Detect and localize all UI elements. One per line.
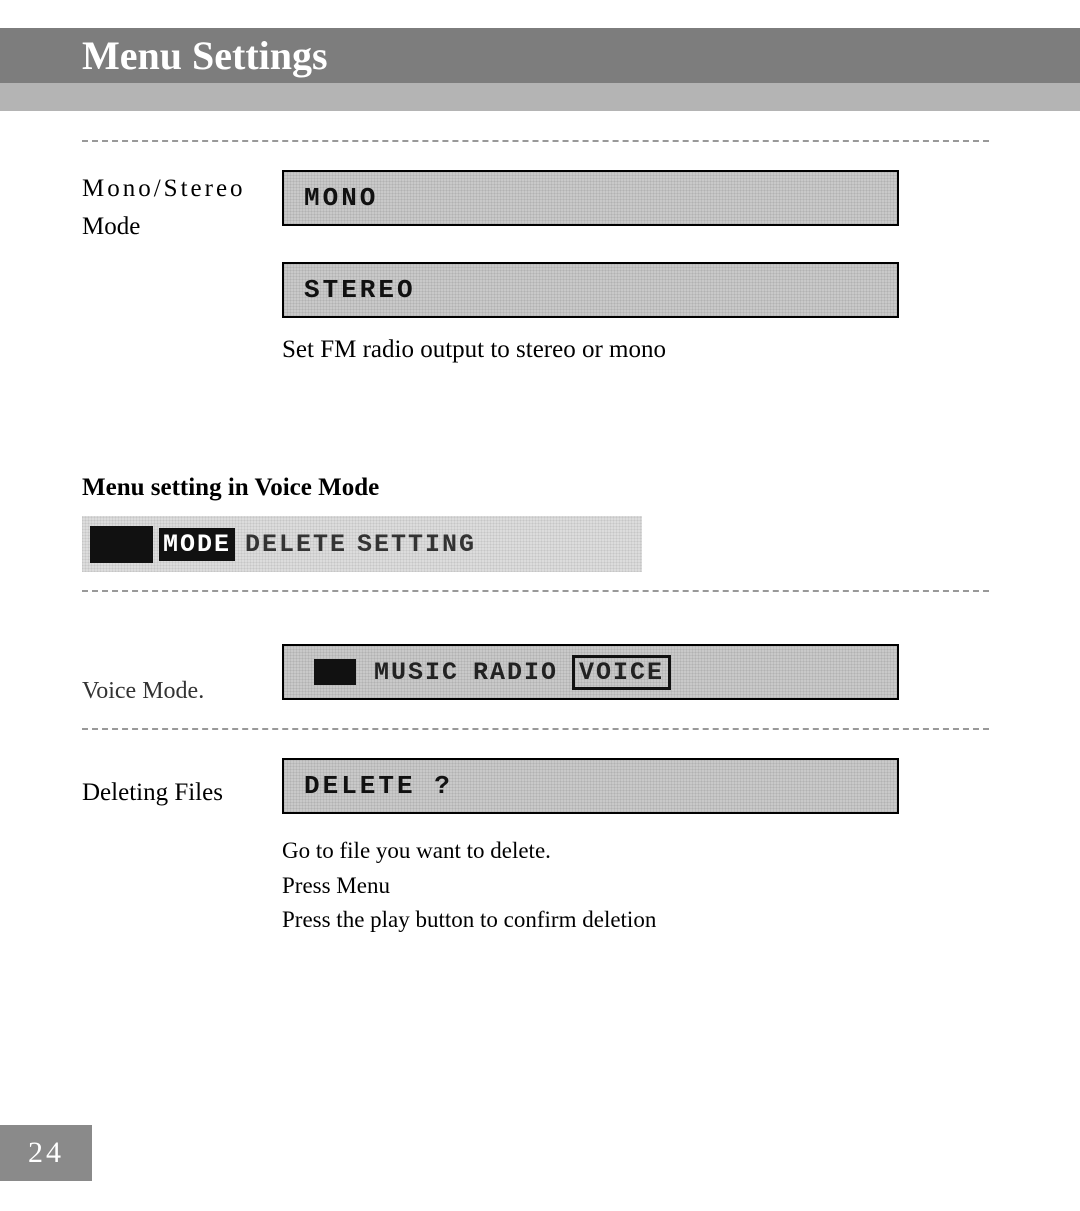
divider — [82, 590, 989, 592]
page-title: Menu Settings — [82, 32, 328, 79]
divider — [82, 728, 989, 730]
voice-menu-lcd: MODE DELETE SETTING — [82, 516, 642, 572]
mono-stereo-description: Set FM radio output to stereo or mono — [282, 336, 992, 364]
deleting-files-label: Deleting Files — [82, 758, 282, 938]
lcd-text-stereo: STEREO — [304, 275, 416, 305]
lcd-text-delete: DELETE ? — [304, 771, 453, 801]
mode-label-col: Voice Mode. — [82, 644, 282, 700]
menu-item-delete: DELETE — [245, 530, 347, 559]
menu-icon — [90, 526, 153, 563]
mode-item-voice: VOICE — [572, 655, 671, 690]
delete-step-1: Go to file you want to delete. — [282, 834, 992, 869]
mode-icon — [314, 659, 356, 685]
divider — [82, 140, 989, 142]
lcd-stereo: STEREO — [282, 262, 899, 318]
menu-item-mode: MODE — [159, 528, 235, 561]
mode-right-col: MUSIC RADIO VOICE — [282, 644, 992, 700]
mono-stereo-label: Mono/Stereo Mode — [82, 170, 282, 364]
mono-stereo-options: MONO STEREO Set FM radio output to stere… — [282, 170, 992, 364]
menu-item-setting: SETTING — [357, 530, 476, 559]
partial-label: Voice Mode. — [82, 678, 204, 704]
delete-step-2: Press Menu — [282, 869, 992, 904]
mono-stereo-section: Mono/Stereo Mode MONO STEREO Set FM radi… — [82, 170, 992, 364]
page-number-text: 24 — [28, 1136, 64, 1170]
voice-mode-heading: Menu setting in Voice Mode — [82, 474, 992, 502]
mode-item-radio: RADIO — [473, 658, 558, 687]
delete-steps: Go to file you want to delete. Press Men… — [282, 834, 992, 938]
page-number: 24 — [0, 1125, 92, 1181]
deleting-files-section: Deleting Files DELETE ? Go to file you w… — [82, 758, 992, 938]
header-bar: Menu Settings — [0, 28, 1080, 83]
label-line1: Mono/Stereo — [82, 170, 270, 208]
label-line2: Mode — [82, 208, 270, 246]
lcd-text-mono: MONO — [304, 183, 378, 213]
deleting-files-right: DELETE ? Go to file you want to delete. … — [282, 758, 992, 938]
lcd-mode-row: MUSIC RADIO VOICE — [282, 644, 899, 700]
mode-selection-section: Voice Mode. MUSIC RADIO VOICE — [82, 644, 992, 700]
delete-step-3: Press the play button to confirm deletio… — [282, 903, 992, 938]
lcd-mono: MONO — [282, 170, 899, 226]
page-content: Mono/Stereo Mode MONO STEREO Set FM radi… — [82, 140, 992, 938]
lcd-delete: DELETE ? — [282, 758, 899, 814]
mode-item-music: MUSIC — [374, 658, 459, 687]
